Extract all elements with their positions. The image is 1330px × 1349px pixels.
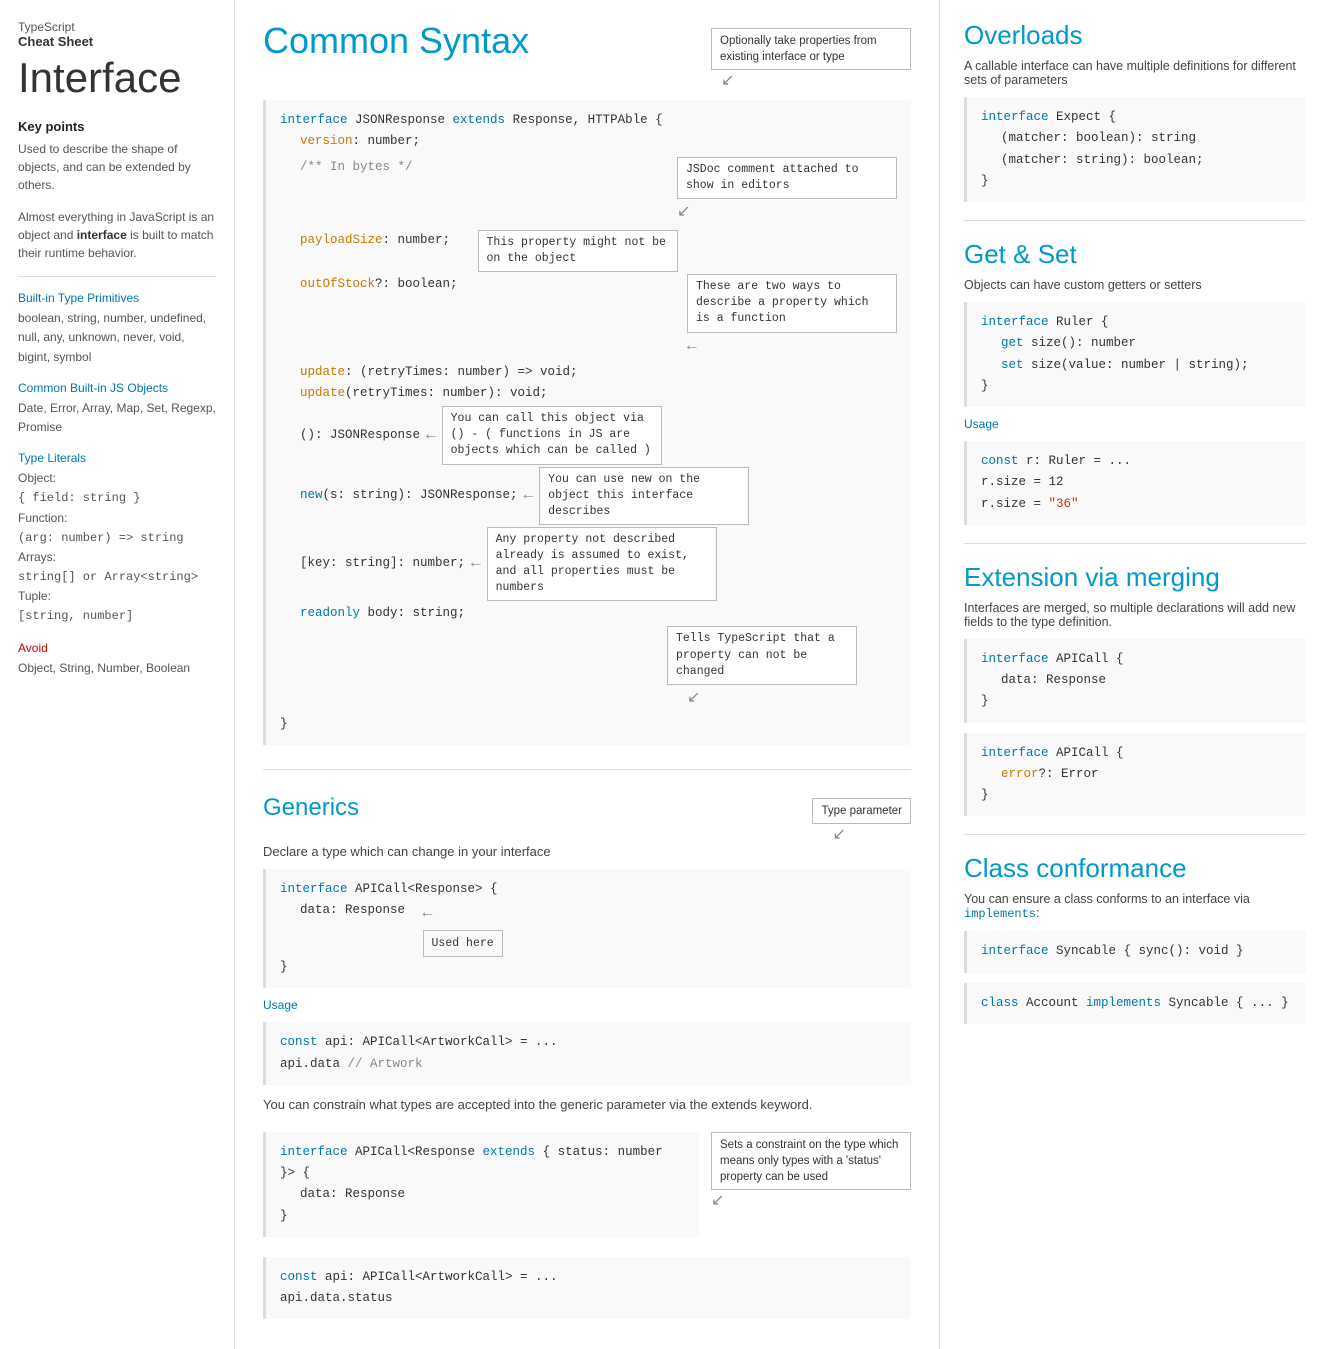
extension-title: Extension via merging (964, 562, 1306, 593)
optional-callout-box: This property might not be on the object (478, 230, 678, 272)
avoid-title: Avoid (18, 641, 216, 655)
callable-callout-box: You can call this object via () - ( func… (442, 406, 662, 464)
get-set-usage-code: const r: Ruler = ... r.size = 12 r.size … (964, 441, 1306, 525)
common-syntax-title: Common Syntax (263, 20, 529, 62)
get-set-desc: Objects can have custom getters or sette… (964, 278, 1306, 292)
generics-code-block: interface APICall<Response> { data: Resp… (263, 869, 911, 988)
extension-code-1: interface APICall { data: Response } (964, 639, 1306, 723)
type-param-callout-box: Type parameter (812, 798, 911, 824)
get-set-title: Get & Set (964, 239, 1306, 270)
get-set-code: interface Ruler { get size(): number set… (964, 302, 1306, 407)
key-points-text2: Almost everything in JavaScript is an ob… (18, 208, 216, 262)
sets-constraint-callout-box: Sets a constraint on the type which mean… (711, 1132, 911, 1190)
class-desc: You can ensure a class conforms to an in… (964, 892, 1306, 921)
generics-title: Generics (263, 794, 359, 822)
sidebar-main-title: Interface (18, 55, 216, 101)
callout-top-box: Optionally take properties from existing… (711, 28, 911, 70)
overloads-code: interface Expect { (matcher: boolean): s… (964, 97, 1306, 202)
used-here-box: Used here (423, 930, 503, 958)
interface-code-block: interface JSONResponse extends Response,… (263, 100, 911, 745)
main-divider-1 (263, 769, 911, 770)
overloads-desc: A callable interface can have multiple d… (964, 59, 1306, 87)
type-literals-content: Object: { field: string } Function: (arg… (18, 469, 216, 627)
common-objects-text: Date, Error, Array, Map, Set, Regexp, Pr… (18, 399, 216, 437)
readonly-callout-box: Tells TypeScript that a property can not… (667, 626, 857, 684)
right-panel: Overloads A callable interface can have … (940, 0, 1330, 1349)
generics-api-code: const api: APICall<ArtworkCall> = ... ap… (263, 1257, 911, 1320)
class-code-1: interface Syncable { sync(): void } (964, 931, 1306, 972)
function-callout-box: These are two ways to describe a propert… (687, 274, 897, 332)
type-literals-title: Type Literals (18, 451, 216, 465)
key-points-heading: Key points (18, 119, 216, 134)
extension-desc: Interfaces are merged, so multiple decla… (964, 601, 1306, 629)
primitives-text: boolean, string, number, undefined, null… (18, 309, 216, 367)
jsdoc-callout-box: JSDoc comment attached to show in editor… (677, 157, 897, 199)
overloads-title: Overloads (964, 20, 1306, 51)
index-callout-box: Any property not described already is as… (487, 527, 717, 601)
class-title: Class conformance (964, 853, 1306, 884)
generics-constraint-code: interface APICall<Response extends { sta… (263, 1132, 699, 1237)
common-objects-title: Common Built-in JS Objects (18, 381, 216, 395)
extension-code-2: interface APICall { error?: Error } (964, 733, 1306, 817)
sidebar-label: TypeScript (18, 20, 216, 34)
sidebar: TypeScript Cheat Sheet Interface Key poi… (0, 0, 235, 1349)
right-divider-1 (964, 220, 1306, 221)
class-code-2: class Account implements Syncable { ... … (964, 983, 1306, 1024)
key-points-text1: Used to describe the shape of objects, a… (18, 140, 216, 194)
generics-desc: Declare a type which can change in your … (263, 844, 911, 859)
right-divider-3 (964, 834, 1306, 835)
new-callout-box: You can use new on the object this inter… (539, 467, 749, 525)
generics-usage-code: const api: APICall<ArtworkCall> = ... ap… (263, 1022, 911, 1085)
avoid-text: Object, String, Number, Boolean (18, 659, 216, 678)
generics-constraint-desc: You can constrain what types are accepte… (263, 1097, 911, 1112)
right-divider-2 (964, 543, 1306, 544)
sidebar-title: Cheat Sheet (18, 34, 216, 49)
primitives-title: Built-in Type Primitives (18, 291, 216, 305)
get-set-usage-label: Usage (964, 417, 1306, 431)
generics-usage-label: Usage (263, 998, 911, 1012)
divider-1 (18, 276, 216, 277)
main-content: Common Syntax Optionally take properties… (235, 0, 940, 1349)
